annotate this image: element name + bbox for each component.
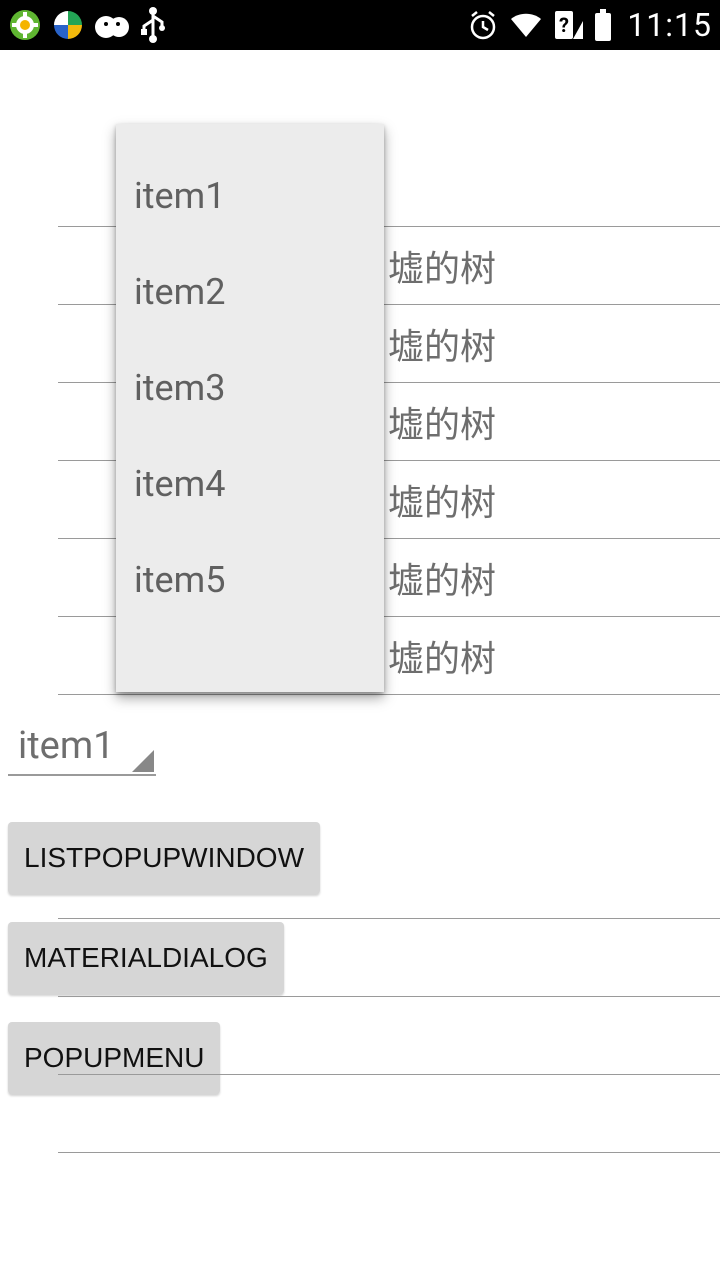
list-item-label: 墟的树 (388, 396, 496, 448)
android-icon (94, 11, 130, 39)
popup-item[interactable]: item4 (116, 436, 384, 532)
svg-text:?: ? (559, 13, 569, 37)
list-item-label: 墟的树 (388, 318, 496, 370)
list-item-label: 墟的树 (388, 630, 496, 682)
status-bar: ? 11:15 (0, 0, 720, 50)
wifi-icon (509, 11, 543, 39)
popup-item[interactable]: item3 (116, 340, 384, 436)
list-item-label: 墟的树 (388, 240, 496, 292)
spinner[interactable]: item1 (8, 710, 156, 776)
list-divider (58, 996, 720, 1074)
list-divider (58, 918, 720, 996)
popup-item[interactable]: item5 (116, 532, 384, 628)
status-left-icons (8, 6, 166, 44)
battery-icon (593, 9, 613, 41)
list-divider (58, 1152, 720, 1153)
app-content: 墟的树 墟的树 墟的树 墟的树 墟的树 墟的树 item1 LISTPOPUPW… (0, 50, 720, 1280)
spinner-underline (8, 774, 156, 776)
popup-item[interactable]: item1 (116, 148, 384, 244)
usb-icon (140, 6, 166, 44)
list-item-label: 墟的树 (388, 474, 496, 526)
list-divider (58, 1074, 720, 1152)
360-icon (8, 8, 42, 42)
list-popup-window: item1 item2 item3 item4 item5 (116, 124, 384, 692)
swirl-icon (52, 9, 84, 41)
list-divider (58, 694, 720, 695)
dropdown-icon (132, 750, 154, 772)
alarm-icon (467, 9, 499, 41)
sim-unknown-icon: ? (553, 9, 583, 41)
status-time: 11:15 (627, 6, 712, 44)
status-right-icons: ? 11:15 (467, 6, 712, 44)
popup-item[interactable]: item2 (116, 244, 384, 340)
list-item-label: 墟的树 (388, 552, 496, 604)
listpopupwindow-button[interactable]: LISTPOPUPWINDOW (8, 822, 320, 894)
